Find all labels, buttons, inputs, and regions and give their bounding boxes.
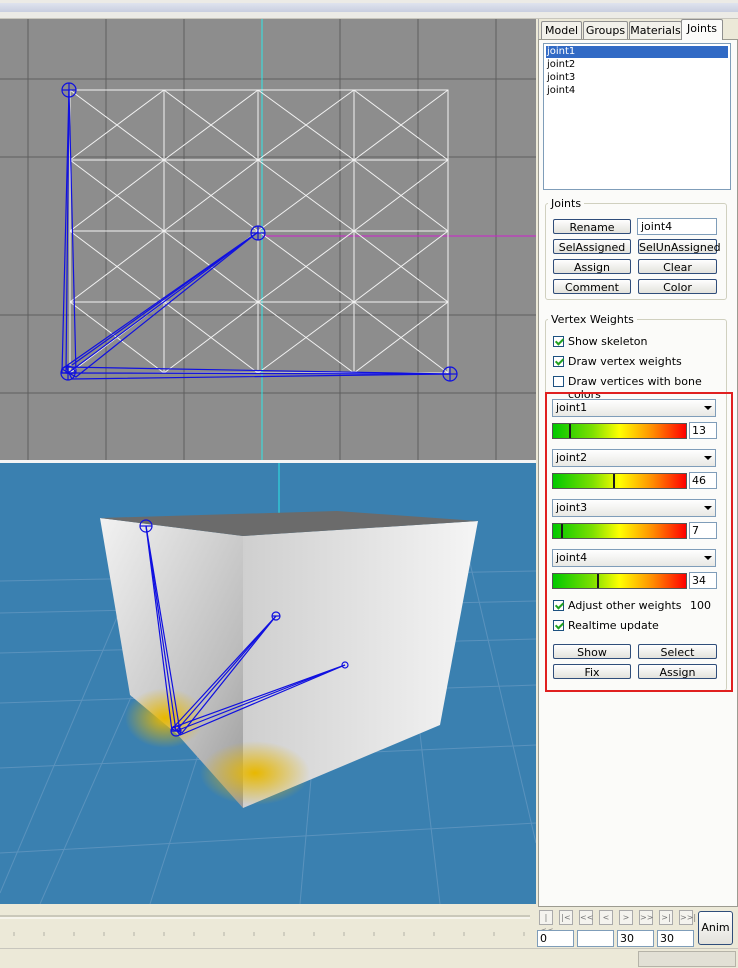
- ortho-view-canvas: [0, 19, 536, 460]
- sel-unassigned-button[interactable]: SelUnAssigned: [638, 239, 721, 254]
- rename-button[interactable]: Rename: [553, 219, 631, 234]
- weight-highlight-left: [125, 688, 205, 748]
- tab-model[interactable]: Model: [541, 21, 582, 39]
- viewport-front-ortho[interactable]: [0, 19, 536, 460]
- color-button[interactable]: Color: [638, 279, 717, 294]
- first-frame-button[interactable]: |<<: [539, 910, 553, 935]
- viewport-perspective[interactable]: [0, 463, 536, 904]
- next-key-button[interactable]: >|: [659, 910, 673, 925]
- status-bar: [0, 948, 738, 968]
- joint-list-item[interactable]: joint2: [546, 59, 728, 71]
- show-skeleton-label: Show skeleton: [568, 335, 648, 348]
- timeline-ruler: [0, 915, 530, 936]
- status-panel: [638, 951, 736, 967]
- fast-forward-button[interactable]: >>: [639, 910, 653, 925]
- show-skeleton-checkbox[interactable]: [553, 336, 564, 347]
- sel-assigned-button[interactable]: SelAssigned: [553, 239, 631, 254]
- tab-materials[interactable]: Materials: [629, 21, 682, 39]
- tab-groups[interactable]: Groups: [583, 21, 628, 39]
- anim-button[interactable]: Anim: [698, 911, 733, 945]
- joint-name-field[interactable]: joint4: [637, 218, 717, 235]
- cube-mesh-wireframe: [69, 89, 449, 374]
- joints-group-title: Joints: [548, 197, 585, 210]
- joint-list-item[interactable]: joint1: [546, 46, 728, 58]
- background-grid: [0, 19, 536, 460]
- joint-list-item[interactable]: joint3: [546, 72, 728, 84]
- blank-field[interactable]: [577, 930, 614, 947]
- fps-field[interactable]: 30: [617, 930, 654, 947]
- draw-vertex-weights-label: Draw vertex weights: [568, 355, 682, 368]
- draw-vertex-weights-checkbox[interactable]: [553, 356, 564, 367]
- window-top-bar: [0, 0, 738, 19]
- tab-joints[interactable]: Joints: [681, 19, 723, 40]
- prev-key-button[interactable]: |<: [559, 910, 573, 925]
- joint-list[interactable]: joint1 joint2 joint3 joint4: [543, 43, 731, 190]
- next-frame-button[interactable]: >: [619, 910, 633, 925]
- prev-frame-button[interactable]: <: [599, 910, 613, 925]
- comment-button[interactable]: Comment: [553, 279, 631, 294]
- joint-list-item[interactable]: joint4: [546, 85, 728, 97]
- vertex-weights-title: Vertex Weights: [548, 313, 637, 326]
- weight-highlight-front: [200, 741, 310, 805]
- perspective-view-canvas: [0, 463, 536, 904]
- clear-button[interactable]: Clear: [638, 259, 717, 274]
- frame-field[interactable]: 0: [537, 930, 574, 947]
- last-frame-button[interactable]: >>|: [679, 910, 696, 925]
- rewind-button[interactable]: <<: [579, 910, 593, 925]
- assign-joint-button[interactable]: Assign: [553, 259, 631, 274]
- timeline-area[interactable]: [0, 906, 536, 948]
- frame-count-field[interactable]: 30: [657, 930, 694, 947]
- annotation-highlight-box: [545, 392, 733, 692]
- title-bar-strip: [0, 3, 738, 12]
- draw-bone-colors-checkbox[interactable]: [553, 376, 564, 387]
